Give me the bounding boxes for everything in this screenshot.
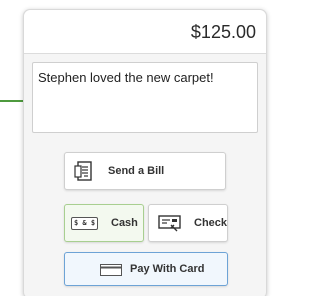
- note-text: Stephen loved the new carpet!: [38, 70, 214, 85]
- pay-with-card-label: Pay With Card: [130, 263, 205, 275]
- amount-bar: $125.00: [24, 10, 266, 54]
- send-bill-button[interactable]: Send a Bill: [64, 152, 226, 190]
- send-bill-label: Send a Bill: [108, 165, 165, 177]
- pay-with-card-button[interactable]: Pay With Card: [64, 252, 228, 286]
- check-label: Check: [194, 217, 228, 229]
- amount-display: $125.00: [190, 22, 256, 42]
- cash-button[interactable]: $ & $ Cash: [64, 204, 144, 242]
- check-button[interactable]: Check: [148, 204, 228, 242]
- cash-label: Cash: [111, 217, 138, 229]
- bill-document-icon: [74, 161, 94, 186]
- payment-panel: $125.00 Stephen loved the new carpet! Se…: [23, 9, 267, 296]
- credit-card-icon: [100, 264, 122, 279]
- cash-bill-icon: $ & $: [71, 217, 99, 230]
- check-icon: [158, 214, 182, 237]
- note-input[interactable]: Stephen loved the new carpet!: [32, 62, 258, 133]
- cash-icon-text: $ & $: [71, 217, 99, 230]
